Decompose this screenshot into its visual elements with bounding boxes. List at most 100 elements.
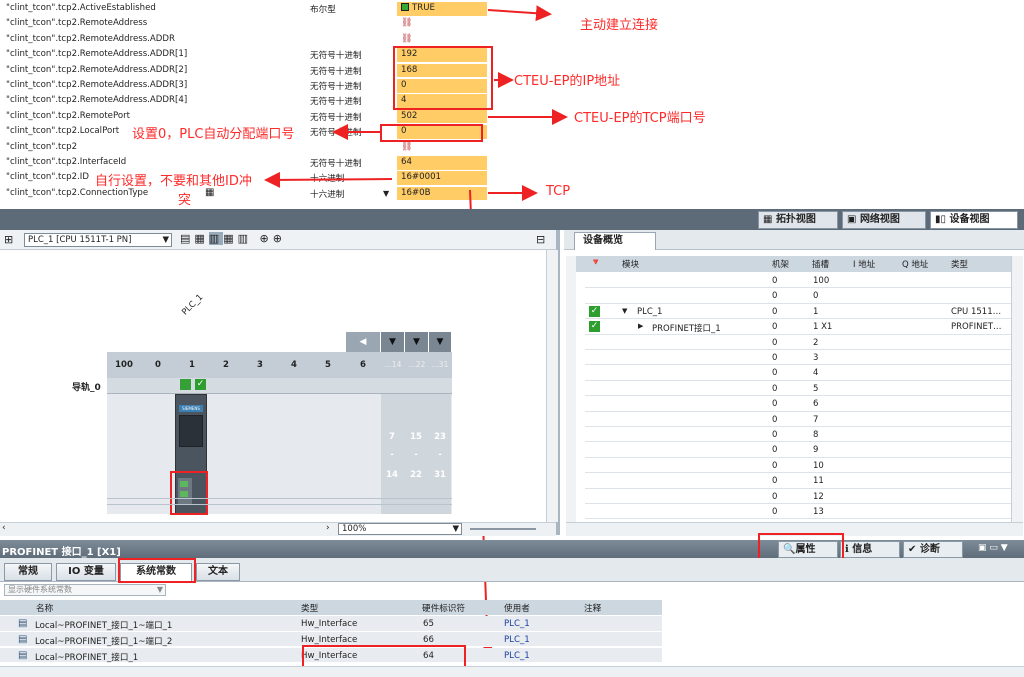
rack-expand-3[interactable]: ▼: [429, 332, 451, 352]
slot-header: 5: [325, 360, 331, 370]
filter-icon[interactable]: 🔻: [590, 258, 601, 268]
rack-scroll-left[interactable]: ◀: [346, 332, 380, 352]
overview-slot: 7: [813, 414, 819, 425]
expansion-label: 31: [434, 470, 446, 480]
overview-row[interactable]: 07: [585, 412, 1020, 427]
scroll-right-icon[interactable]: ›: [326, 523, 330, 533]
overview-rack: 0: [772, 476, 778, 487]
overview-left-scroll[interactable]: [566, 256, 576, 522]
overview-row[interactable]: 0 10: [585, 458, 1020, 474]
filter-select[interactable]: 显示硬件系统常数 ▼: [4, 584, 166, 596]
expand-icon[interactable]: ▼: [622, 307, 627, 315]
col-user[interactable]: 使用者: [504, 602, 530, 614]
zoom-select[interactable]: 100% ▼: [338, 523, 462, 535]
props-table-header: [0, 600, 662, 615]
network-icon: ▣: [847, 214, 860, 225]
chevron-down-icon: ▼: [156, 585, 163, 594]
props-row[interactable]: ▤ Local~PROFINET_接口_1~端口_1 Hw_Interface 65 P…: [0, 616, 662, 632]
props-name: Local~PROFINET_接口_1~端口_1: [35, 621, 173, 631]
chevron-down-icon: ▼: [162, 235, 169, 245]
rail-label: 导轨_0: [72, 383, 101, 393]
slot-header: ...14: [384, 360, 402, 369]
overview-row[interactable]: 00: [585, 288, 1020, 304]
overview-row[interactable]: 0 11: [585, 473, 1020, 489]
hw-constant-icon: ▤: [18, 649, 28, 661]
overview-row[interactable]: 06: [585, 396, 1020, 412]
annotation-tcp: TCP: [546, 184, 571, 199]
overview-row[interactable]: 04: [585, 365, 1020, 381]
overview-row[interactable]: ✓ ▶ PROFINET接口_1 0 1 X1 PROFINET…: [585, 319, 1020, 335]
col-hwid[interactable]: 硬件标识符: [422, 602, 465, 614]
slot-header: 6: [360, 360, 366, 370]
slot-header: 100: [115, 360, 133, 370]
tab-network-view[interactable]: ▣ 网络视图: [842, 211, 926, 229]
overview-rack: 0: [772, 507, 778, 517]
overview-row[interactable]: 05: [585, 381, 1020, 397]
overview-row[interactable]: 03: [585, 350, 1020, 366]
props-tab[interactable]: 常规: [4, 563, 52, 581]
col-iaddr[interactable]: I 地址: [853, 258, 875, 270]
scroll-left-icon[interactable]: ‹: [2, 523, 6, 533]
device-vscroll[interactable]: [546, 250, 558, 522]
expansion-label: 14: [386, 470, 398, 480]
overview-row[interactable]: 0 100: [585, 273, 1020, 289]
overview-row[interactable]: 08: [585, 427, 1020, 443]
props-tab[interactable]: 文本: [196, 563, 240, 581]
annotation-port: CTEU-EP的TCP端口号: [574, 111, 706, 126]
overview-row[interactable]: ✓ ▼ PLC_1 0 1 CPU 1511…: [585, 304, 1020, 320]
slot-header: ...31: [431, 360, 449, 369]
overview-type: CPU 1511…: [951, 306, 1002, 317]
overview-row[interactable]: 0 13: [585, 504, 1020, 520]
props-name: Local~PROFINET_接口_1~端口_2: [35, 636, 173, 647]
col-slot[interactable]: 插槽: [812, 258, 829, 270]
device-toolbar-icon[interactable]: ⊞: [4, 233, 13, 246]
collapse-icon[interactable]: ▶: [638, 322, 643, 330]
tab-device-overview[interactable]: 设备概览: [574, 232, 656, 250]
overview-vscroll[interactable]: [1011, 256, 1023, 522]
plc-select[interactable]: PLC_1 [CPU 1511T-1 PN] ▼: [24, 233, 172, 247]
overview-rack: 0: [772, 276, 778, 286]
overview-slot: 13: [813, 507, 824, 517]
overview-row[interactable]: 09: [585, 442, 1020, 458]
col-name[interactable]: 名称: [36, 602, 53, 614]
col-type[interactable]: 类型: [951, 258, 968, 270]
col-qaddr[interactable]: Q 地址: [902, 258, 928, 270]
overview-slot: 3: [813, 353, 819, 363]
props-title: PROFINET 接口_1 [X1]: [2, 547, 121, 558]
expansion-label: 7: [389, 432, 395, 442]
panel-window-controls[interactable]: ▣ ▭ ▼: [978, 543, 1008, 553]
overview-rack: 0: [772, 430, 778, 440]
chevron-down-icon: ▼: [452, 524, 459, 534]
slot-header: 0: [155, 360, 161, 370]
overview-slot: 6: [813, 399, 819, 410]
col-ptype[interactable]: 类型: [301, 602, 318, 614]
expansion-label: -: [390, 450, 394, 460]
zoom-slider[interactable]: [470, 528, 536, 530]
col-comment[interactable]: 注释: [584, 602, 601, 614]
module-status-icon: [180, 379, 191, 390]
col-module[interactable]: 模块: [622, 258, 639, 270]
props-type: Hw_Interface: [301, 634, 358, 645]
props-hscroll[interactable]: [0, 666, 1024, 677]
expansion-label: -: [414, 450, 418, 460]
rack-expand-2[interactable]: ▼: [405, 332, 428, 352]
props-tab[interactable]: IO 变量: [56, 563, 116, 581]
overview-row[interactable]: 02: [585, 335, 1020, 350]
col-rack[interactable]: 机架: [772, 258, 789, 270]
port-highlight-box: [170, 471, 208, 515]
overview-slot: 12: [813, 491, 824, 502]
diagnostics-button[interactable]: ✔ 诊断: [903, 541, 963, 558]
device-toolbar-buttons[interactable]: ▤▦▥▦▥ ⊕⊕: [180, 232, 286, 245]
check-icon: ✓: [589, 321, 600, 333]
info-button[interactable]: ℹ 信息: [840, 541, 900, 558]
overview-slot: 1: [813, 306, 819, 317]
tab-topology-view[interactable]: ▦ 拓扑视图: [758, 211, 838, 229]
expansion-label: 15: [410, 432, 422, 442]
overview-toggle-icon[interactable]: ⊟: [536, 233, 545, 246]
rack-expand-1[interactable]: ▼: [381, 332, 404, 352]
tab-device-view[interactable]: ▮▯ 设备视图: [930, 211, 1018, 229]
props-name: Local~PROFINET_接口_1: [35, 652, 139, 663]
overview-row[interactable]: 0 12: [585, 489, 1020, 504]
overview-rack: 0: [772, 306, 778, 317]
systemconst-highlight-box: [118, 558, 196, 583]
